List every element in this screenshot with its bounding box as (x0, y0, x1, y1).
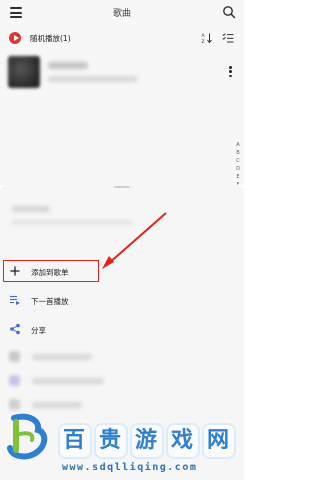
highlight-annotation-box (3, 260, 99, 282)
watermark-char: 网 (202, 423, 236, 459)
song-artist-blurred (48, 76, 138, 82)
shuffle-play-row[interactable]: 随机播放(1) A Z (0, 28, 244, 48)
multi-select-list-icon[interactable] (222, 32, 234, 44)
menu-item-label: 下一首播放 (31, 297, 69, 306)
blurred-icon (9, 375, 20, 386)
sheet-song-title-blurred (12, 206, 50, 212)
alphabet-letter[interactable]: D (234, 166, 242, 174)
watermark-char: 游 (130, 423, 164, 459)
watermark-char: 百 (58, 423, 92, 459)
app-header: 歌曲 (0, 0, 244, 26)
blurred-label (32, 402, 82, 408)
blurred-label (32, 378, 104, 384)
watermark-text: 百贵游戏网 (58, 420, 238, 459)
svg-text:A: A (202, 33, 206, 39)
page-title: 歌曲 (112, 9, 131, 19)
blurred-icon (9, 399, 20, 410)
sheet-song-subtitle-blurred (12, 220, 132, 225)
alphabet-letter[interactable]: B (234, 150, 242, 158)
menu-item-label: 分享 (31, 326, 46, 335)
shuffle-play-label: 随机播放(1) (30, 34, 71, 43)
alphabet-letter[interactable]: E (234, 174, 242, 182)
share-icon (10, 323, 20, 335)
watermark-url: www.sdqlliqing.com (62, 462, 198, 473)
blurred-label (32, 354, 92, 360)
search-icon[interactable] (222, 5, 236, 19)
sort-az-icon[interactable]: A Z (201, 32, 213, 44)
more-vertical-icon[interactable] (229, 66, 233, 80)
song-list-item[interactable] (0, 52, 244, 92)
watermark-char: 戏 (166, 423, 200, 459)
alphabet-letter[interactable]: C (234, 158, 242, 166)
watermark-char: 贵 (94, 423, 128, 459)
menu-share[interactable]: 分享 (0, 319, 244, 341)
blurred-icon (9, 351, 20, 362)
svg-text:Z: Z (202, 39, 205, 44)
album-art-thumbnail (8, 56, 40, 88)
play-next-queue-icon (10, 295, 20, 305)
watermark-logo (7, 413, 48, 460)
sheet-drag-handle[interactable] (114, 186, 130, 188)
song-title-blurred (48, 62, 88, 69)
menu-item-blurred[interactable] (0, 370, 244, 392)
menu-item-blurred[interactable] (0, 346, 244, 368)
play-circle-icon (9, 32, 21, 44)
alphabet-letter[interactable]: A (234, 142, 242, 150)
menu-play-next[interactable]: 下一首播放 (0, 290, 244, 312)
